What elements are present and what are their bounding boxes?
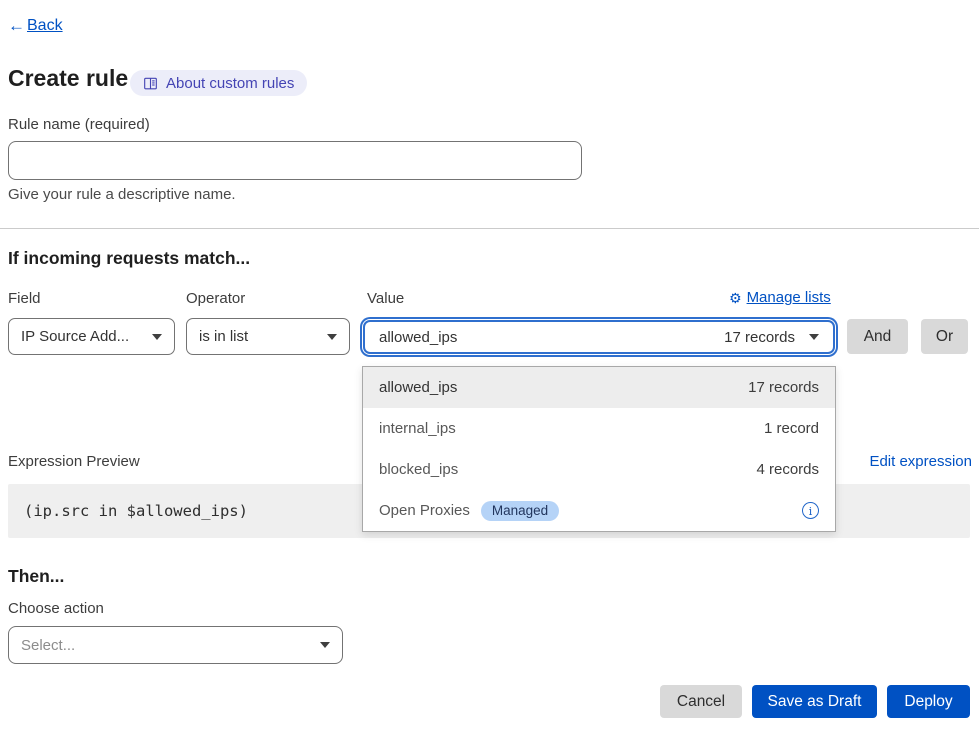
back-link-label: Back — [27, 17, 63, 35]
back-link[interactable]: ← Back — [8, 16, 63, 36]
manage-lists-label: Manage lists — [747, 289, 831, 306]
field-select-value: IP Source Add... — [21, 328, 129, 345]
edit-expression-link[interactable]: Edit expression — [869, 453, 972, 470]
book-icon — [143, 76, 158, 91]
chevron-down-icon — [152, 334, 162, 340]
and-button[interactable]: And — [847, 319, 908, 354]
field-label: Field — [8, 290, 41, 307]
list-option-open-proxies[interactable]: Open Proxies Managed i — [363, 490, 835, 531]
manage-lists-link[interactable]: ⚙ Manage lists — [729, 289, 831, 306]
match-section-heading: If incoming requests match... — [8, 248, 250, 269]
about-custom-rules-link[interactable]: About custom rules — [130, 70, 307, 96]
list-option-blocked-ips[interactable]: blocked_ips 4 records — [363, 449, 835, 490]
list-option-name: blocked_ips — [379, 461, 458, 478]
list-option-count: 1 record — [764, 420, 819, 437]
or-button[interactable]: Or — [921, 319, 968, 354]
choose-action-label: Choose action — [8, 600, 104, 617]
chevron-down-icon — [320, 642, 330, 648]
value-select-count: 17 records — [724, 329, 795, 346]
about-custom-rules-label: About custom rules — [166, 75, 294, 92]
value-dropdown-menu: allowed_ips 17 records internal_ips 1 re… — [362, 366, 836, 532]
back-arrow-icon: ← — [8, 16, 25, 36]
list-option-name: Open Proxies — [379, 502, 470, 519]
rule-name-helper: Give your rule a descriptive name. — [8, 186, 236, 203]
operator-select-value: is in list — [199, 328, 248, 345]
action-select-placeholder: Select... — [21, 637, 75, 654]
section-divider — [0, 228, 979, 229]
info-icon[interactable]: i — [802, 502, 819, 519]
chevron-down-icon — [809, 334, 819, 340]
managed-badge: Managed — [481, 501, 559, 521]
list-option-allowed-ips[interactable]: allowed_ips 17 records — [363, 367, 835, 408]
action-select[interactable]: Select... — [8, 626, 343, 664]
list-option-count: 4 records — [756, 461, 819, 478]
list-option-name: allowed_ips — [379, 379, 457, 396]
value-select[interactable]: allowed_ips 17 records — [363, 320, 835, 354]
rule-name-input[interactable] — [8, 141, 582, 180]
page-title: Create rule — [8, 65, 128, 92]
value-select-name: allowed_ips — [379, 329, 457, 346]
operator-label: Operator — [186, 290, 245, 307]
field-select[interactable]: IP Source Add... — [8, 318, 175, 355]
operator-select[interactable]: is in list — [186, 318, 350, 355]
expression-preview-label: Expression Preview — [8, 453, 140, 470]
deploy-button[interactable]: Deploy — [887, 685, 970, 718]
then-section-heading: Then... — [8, 566, 64, 587]
rule-name-label: Rule name (required) — [8, 116, 150, 133]
create-rule-page: ← Back Create rule About custom rules Ru… — [0, 0, 979, 739]
value-label: Value — [367, 290, 404, 307]
list-option-name: internal_ips — [379, 420, 456, 437]
cancel-button[interactable]: Cancel — [660, 685, 742, 718]
save-as-draft-button[interactable]: Save as Draft — [752, 685, 877, 718]
chevron-down-icon — [327, 334, 337, 340]
list-option-internal-ips[interactable]: internal_ips 1 record — [363, 408, 835, 449]
list-option-count: 17 records — [748, 379, 819, 396]
gear-icon: ⚙ — [729, 291, 742, 305]
